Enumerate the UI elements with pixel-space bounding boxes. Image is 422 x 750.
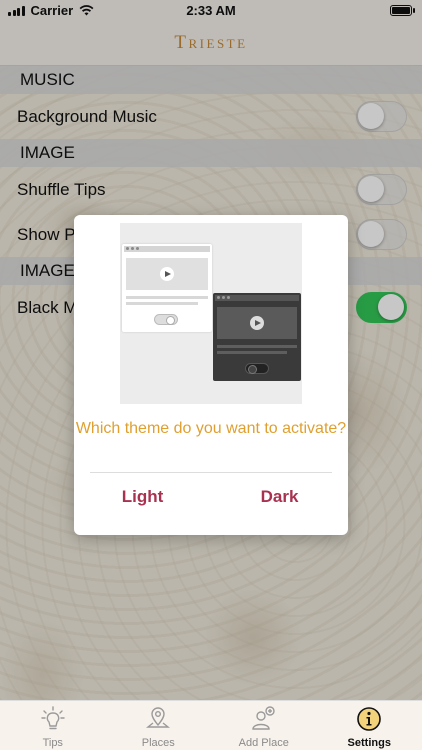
- tab-places[interactable]: Places: [106, 701, 212, 750]
- tab-add-place[interactable]: Add Place: [211, 701, 317, 750]
- theme-dialog: Which theme do you want to activate? Lig…: [74, 215, 348, 535]
- tab-label: Places: [141, 737, 175, 749]
- theme-question: Which theme do you want to activate?: [75, 420, 347, 437]
- tab-label: Tips: [42, 737, 63, 749]
- light-theme-button[interactable]: Light: [74, 487, 211, 507]
- play-icon: [250, 316, 264, 330]
- dark-theme-button[interactable]: Dark: [211, 487, 348, 507]
- map-pin-icon: [146, 707, 171, 728]
- light-window-illustration: [122, 244, 212, 332]
- add-person-icon: [252, 706, 275, 730]
- tab-bar: Tips Places Add Place Settings: [0, 700, 422, 750]
- dark-window-illustration: [213, 293, 301, 381]
- info-icon: [357, 707, 382, 731]
- tab-label: Add Place: [238, 737, 289, 749]
- play-icon: [160, 267, 174, 281]
- theme-illustration: [120, 223, 302, 404]
- tab-label: Settings: [347, 737, 391, 749]
- tab-settings[interactable]: Settings: [317, 701, 422, 750]
- lightbulb-icon: [41, 706, 65, 730]
- dialog-divider: [90, 472, 332, 473]
- tab-tips[interactable]: Tips: [0, 701, 106, 750]
